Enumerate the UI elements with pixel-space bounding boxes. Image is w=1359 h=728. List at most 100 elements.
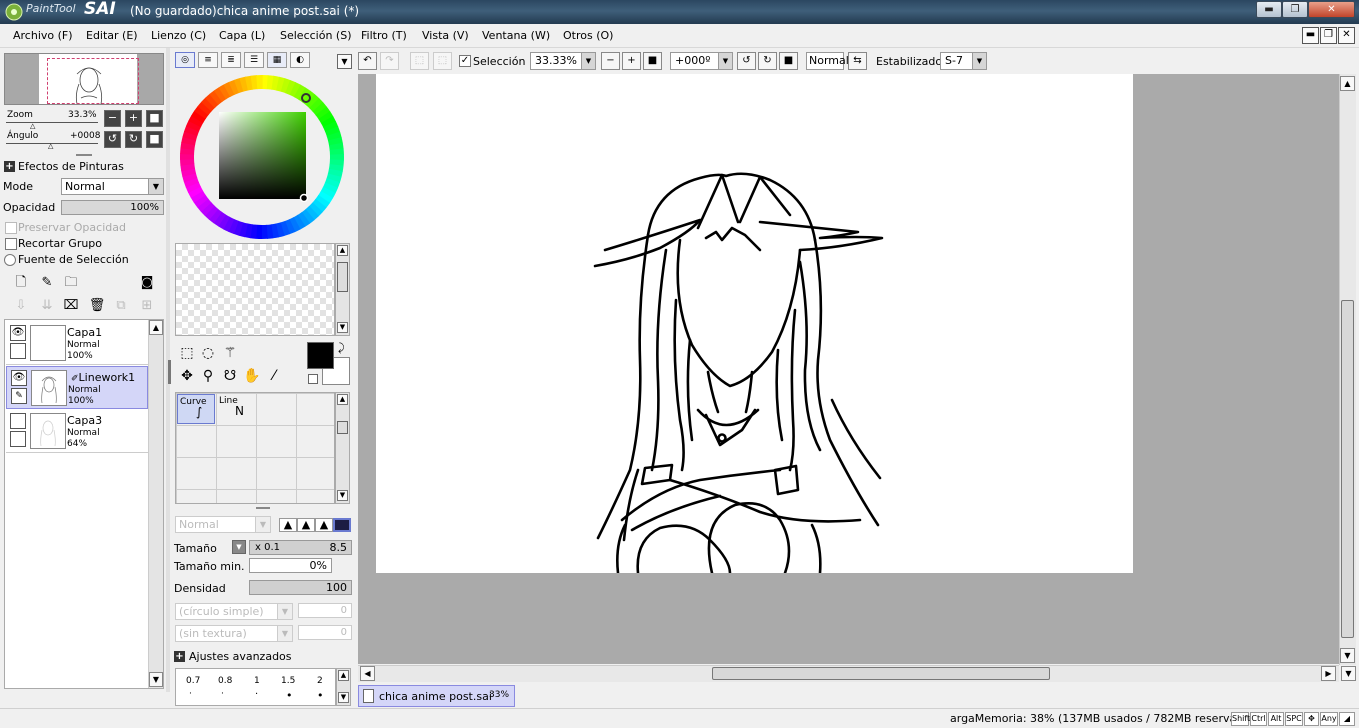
brush-shape-select[interactable]: (círculo simple) ▼ [175,603,293,620]
drawing-canvas[interactable] [376,74,1133,573]
foreground-color-swatch[interactable] [307,342,334,369]
scroll-up-icon[interactable]: ▲ [149,320,163,335]
invert-selection-button[interactable]: ⬚ [433,52,452,70]
resize-grip-icon[interactable]: ◢ [1339,712,1355,726]
color-wheel-graphic[interactable] [180,75,344,239]
eye-icon[interactable]: 👁 [10,325,26,341]
selection-checkbox[interactable]: ✓ [459,55,471,67]
zoom-select[interactable]: 33.33% ▼ [530,52,596,70]
swatch-scrollbar[interactable]: ▲ ▼ [335,243,350,336]
hue-segment[interactable] [261,224,268,239]
merge-down-icon[interactable]: ⇊ [38,297,56,315]
density-slider[interactable]: 100 [249,580,352,595]
stabilizer-select[interactable]: S-7 ▼ [940,52,987,70]
selection-source-radio[interactable] [4,254,16,266]
presets-scrollbar[interactable]: ▲ ▼ [336,668,351,706]
menu-editar[interactable]: Editar (E) [86,29,138,42]
flip-canvas-button[interactable]: ⇆ [848,52,867,70]
scroll-up-icon[interactable]: ▲ [337,394,348,405]
opacity-slider[interactable]: 100% [61,200,164,215]
move-crosshair-icon[interactable]: ✥ [1304,712,1319,726]
rotate-right-button[interactable]: ↻ [758,52,777,70]
scroll-up-icon[interactable]: ▲ [1340,76,1355,91]
scroll-up-icon[interactable]: ▲ [338,670,349,681]
transparent-color-icon[interactable] [308,374,318,384]
scroll-down-icon[interactable]: ▼ [149,672,163,687]
space-key-indicator[interactable]: SPC [1285,712,1303,726]
brush-shape-mid-icon[interactable]: ▲ [297,518,315,532]
angle-slider-handle[interactable]: △ [48,142,53,150]
clip-group-checkbox[interactable] [5,238,17,250]
zoom-icon[interactable]: ⚲ [198,366,218,386]
min-size-slider[interactable]: 0% [249,558,332,573]
magic-wand-icon[interactable]: ⚚ [220,343,240,363]
size-multiplier-dropdown[interactable]: ▼ [232,540,246,554]
close-button[interactable]: ✕ [1308,1,1355,18]
size-slider[interactable]: x 0.1 8.5 [249,540,352,555]
menu-ventana[interactable]: Ventana (W) [482,29,550,42]
shift-key-indicator[interactable]: Shift [1231,712,1250,726]
document-tab[interactable]: chica anime post.sai 33% [358,685,515,707]
rotate-right-button[interactable]: ↻ [125,131,142,148]
preserve-opacity-checkbox[interactable] [5,222,17,234]
minimize-button[interactable]: ▬ [1256,1,1282,18]
panel-collapse-handle[interactable] [168,360,171,384]
marquee-select-icon[interactable]: ⬚ [177,343,197,363]
new-layer-icon[interactable]: 🗋 [12,274,30,292]
panel-splitter-icon[interactable] [256,507,270,509]
maximize-button[interactable]: ❐ [1282,1,1308,18]
scroll-corner-down-icon[interactable]: ▼ [1341,666,1356,681]
scroll-up-icon[interactable]: ▲ [337,245,348,256]
undo-button[interactable]: ↶ [358,52,377,70]
ctrl-key-indicator[interactable]: Ctrl [1250,712,1267,726]
curve-tool[interactable]: Curve ∫ [177,394,215,424]
scroll-down-icon[interactable]: ▼ [1340,648,1355,663]
scroll-thumb[interactable] [712,667,1050,680]
menu-vista[interactable]: Vista (V) [422,29,469,42]
alt-key-indicator[interactable]: Alt [1268,712,1284,726]
scroll-right-icon[interactable]: ▶ [1321,666,1336,681]
any-key-indicator[interactable]: Any [1320,712,1338,726]
angle-select[interactable]: +000º ▼ [670,52,733,70]
color-swatch-grid[interactable] [175,243,335,336]
mdi-close-button[interactable]: ✕ [1338,27,1355,44]
expand-plus-icon[interactable]: + [174,651,185,662]
lasso-icon[interactable]: ◌ [198,343,218,363]
preset-size[interactable]: 1 [254,676,260,686]
scroll-down-icon[interactable]: ▼ [338,692,349,703]
lock-toggle[interactable] [10,343,26,359]
rotate-icon[interactable]: ☋ [220,366,240,386]
new-folder-icon[interactable]: 🗀 [62,274,80,292]
scroll-down-icon[interactable]: ▼ [337,322,348,333]
zoom-out-button[interactable]: − [104,110,121,127]
brush-mode-select[interactable]: Normal ▼ [175,516,271,533]
layer-row[interactable]: 👁 Capa1 Normal 100% [6,322,148,365]
sv-picker-handle[interactable] [299,193,309,203]
scroll-thumb[interactable] [337,262,348,292]
expand-plus-icon[interactable]: + [4,161,15,172]
line-tool[interactable]: Line N [217,394,255,424]
copy-layer-icon[interactable]: ⧉ [112,297,130,315]
brush-shape-soft-icon[interactable]: ▲ [315,518,333,532]
mode-select[interactable]: Normal ▼ [61,178,164,195]
transfer-down-icon[interactable]: ⇩ [12,297,30,315]
canvas-horizontal-scrollbar[interactable]: ◀ ▶ [358,665,1339,682]
delete-layer-icon[interactable]: 🗑 [88,297,106,315]
brush-texture-select[interactable]: (sin textura) ▼ [175,625,293,642]
menu-filtro[interactable]: Filtro (T) [361,29,407,42]
new-linework-layer-icon[interactable]: ✎ [38,274,56,292]
rotate-left-button[interactable]: ↺ [737,52,756,70]
view-mode-select[interactable]: Normal [806,52,849,70]
move-icon[interactable]: ✥ [177,366,197,386]
brush-shape-hard-icon[interactable]: ▲ [279,518,297,532]
menu-seleccion[interactable]: Selección (S) [280,29,352,42]
zoom-out-button[interactable]: − [601,52,620,70]
hsv-sliders-tab-icon[interactable]: ≣ [221,52,241,68]
eye-toggle-off[interactable] [10,413,26,429]
brush-shape-square-icon[interactable] [333,518,351,532]
swatch-grid-tab-icon[interactable]: ▦ [267,52,287,68]
rgb-sliders-tab-icon[interactable]: ≡ [198,52,218,68]
menu-lienzo[interactable]: Lienzo (C) [151,29,206,42]
color-wheel[interactable] [180,75,344,239]
redo-button[interactable]: ↷ [380,52,399,70]
